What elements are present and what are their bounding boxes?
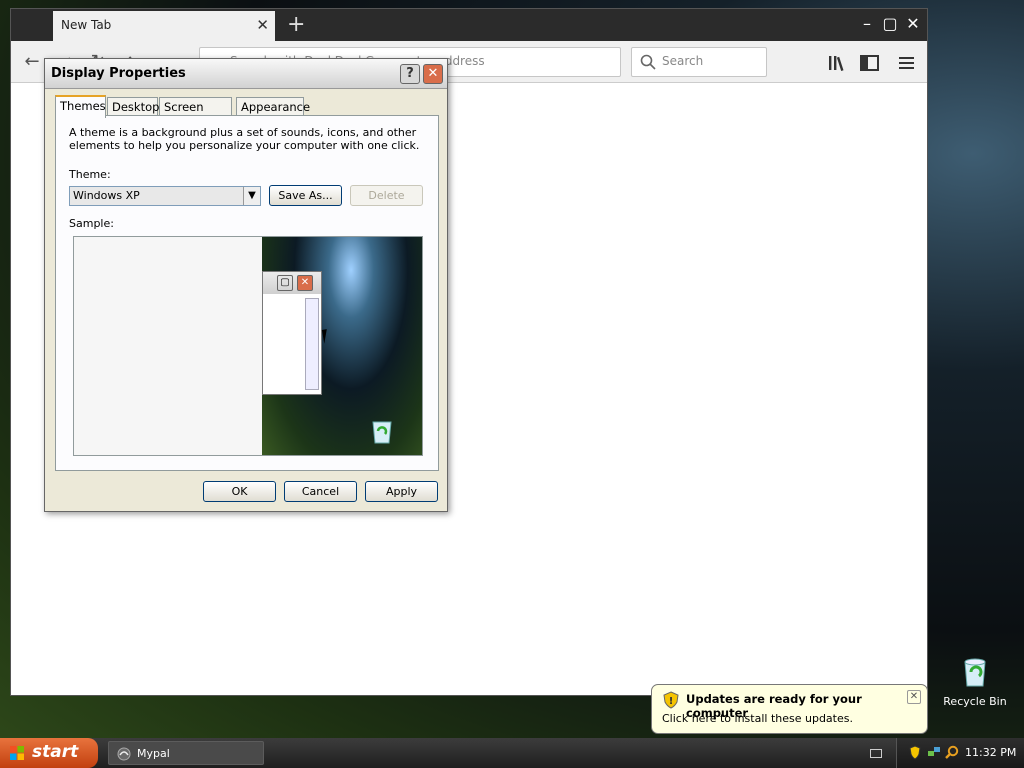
tab-appearance[interactable]: Appearance (236, 97, 310, 117)
back-icon[interactable]: ← (19, 49, 45, 75)
tab-desktop[interactable]: Desktop (107, 97, 159, 117)
theme-select-value: Windows XP (73, 189, 140, 202)
taskbar-item-label: Mypal (137, 747, 170, 760)
apply-button[interactable]: Apply (365, 481, 438, 502)
maximize-icon[interactable]: ▢ (879, 13, 901, 35)
start-label: start (32, 742, 79, 762)
balloon-text[interactable]: Click here to install these updates. (662, 712, 853, 725)
menu-icon[interactable] (896, 53, 918, 73)
sample-window-title: ▢ ✕ (263, 272, 321, 294)
cancel-button[interactable]: Cancel (284, 481, 357, 502)
sample-recycle-bin-icon (372, 421, 392, 444)
taskbar-item-mypal[interactable]: Mypal (108, 741, 264, 765)
dialog-title-bar[interactable]: Display Properties ? ✕ (45, 59, 447, 89)
new-tab-button[interactable]: + (287, 12, 305, 37)
balloon-close-icon[interactable]: ✕ (907, 690, 921, 704)
windows-flag-icon (10, 746, 24, 760)
display-properties-dialog: Display Properties ? ✕ Themes Desktop Sc… (44, 58, 448, 512)
mypal-icon (117, 747, 131, 761)
theme-select[interactable]: Windows XP ▼ (69, 186, 261, 206)
theme-sample-preview: ▢ ✕ (73, 236, 423, 456)
library-icon[interactable] (827, 53, 849, 73)
system-tray: 11:32 PM (896, 738, 1024, 768)
desktop-recycle-bin[interactable]: Recycle Bin (940, 656, 1010, 708)
sample-maximize-icon: ▢ (277, 275, 293, 291)
ok-button[interactable]: OK (203, 481, 276, 502)
chevron-down-icon[interactable]: ▼ (243, 187, 260, 205)
tab-close-icon[interactable]: ✕ (256, 16, 269, 34)
help-icon[interactable]: ? (400, 64, 420, 84)
search-placeholder: Search (662, 54, 704, 68)
search-icon[interactable] (945, 745, 959, 759)
search-bar[interactable]: Search (631, 47, 767, 77)
delete-button[interactable]: Delete (350, 185, 423, 206)
close-icon[interactable]: ✕ (902, 13, 924, 35)
sample-close-icon: ✕ (297, 275, 313, 291)
sample-label: Sample: (69, 217, 114, 230)
network-icon[interactable] (927, 745, 941, 759)
sidebar-icon[interactable] (859, 53, 881, 73)
keyboard-icon[interactable] (870, 749, 882, 758)
tab-new-tab[interactable]: New Tab ✕ (53, 11, 275, 41)
theme-label: Theme: (69, 168, 111, 181)
theme-description: A theme is a background plus a set of so… (69, 126, 420, 152)
update-notification-balloon[interactable]: ! Updates are ready for your computer Cl… (651, 684, 928, 734)
save-as-button[interactable]: Save As... (269, 185, 342, 206)
security-shield-icon[interactable] (909, 745, 921, 760)
clock[interactable]: 11:32 PM (965, 746, 1016, 759)
dialog-title: Display Properties (51, 66, 186, 81)
desktop-icon-label: Recycle Bin (943, 695, 1007, 708)
sample-scrollbar (305, 298, 319, 390)
svg-text:!: ! (669, 696, 674, 707)
start-button[interactable]: start (0, 738, 98, 768)
recycle-bin-icon (964, 658, 986, 687)
tab-screen-saver[interactable]: Screen Saver (159, 97, 232, 128)
sample-window: ▢ ✕ (262, 271, 322, 395)
tab-themes[interactable]: Themes (55, 95, 106, 118)
dialog-close-icon[interactable]: ✕ (423, 64, 443, 84)
security-shield-icon: ! (663, 691, 679, 709)
tab-title: New Tab (61, 18, 112, 32)
tab-bar: New Tab ✕ + – ▢ ✕ (11, 9, 927, 41)
search-icon (640, 54, 656, 70)
taskbar: start Mypal 11:32 PM (0, 738, 1024, 768)
minimize-icon[interactable]: – (856, 13, 878, 35)
themes-panel: A theme is a background plus a set of so… (55, 115, 439, 471)
